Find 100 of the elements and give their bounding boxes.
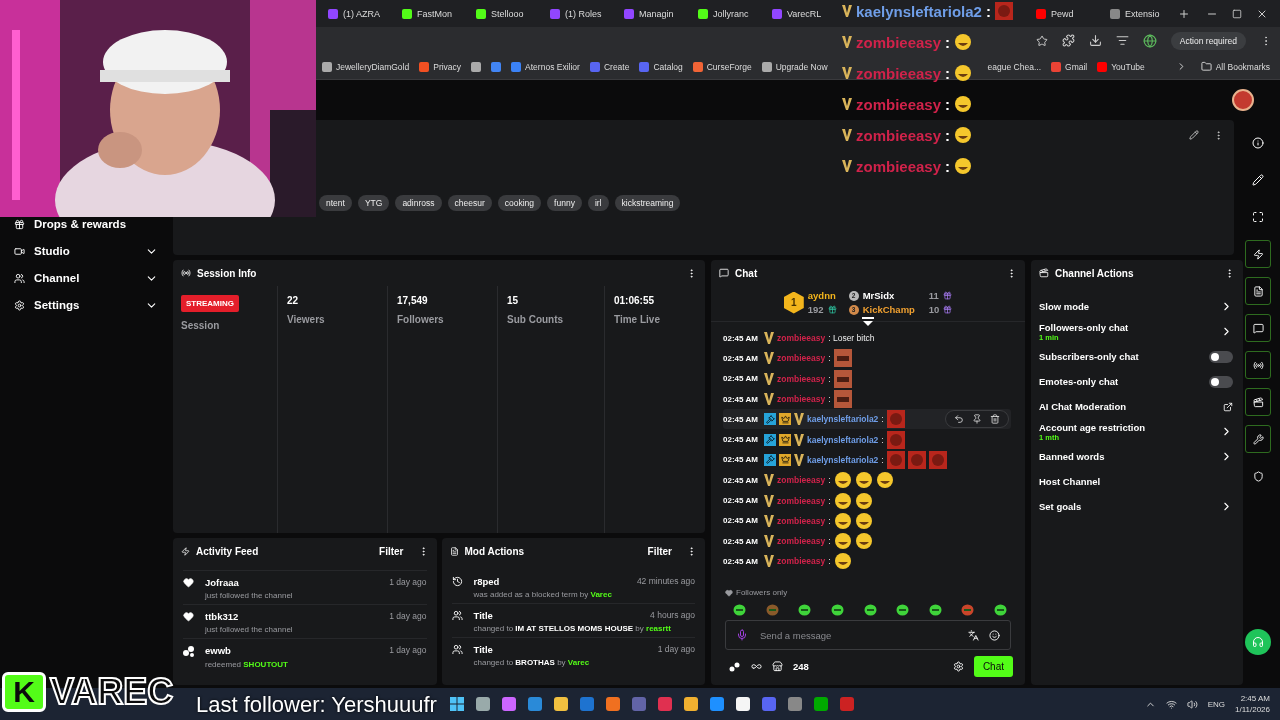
undo-button[interactable] [952, 414, 966, 425]
lightning-button[interactable] [1245, 240, 1271, 268]
avatar[interactable] [1232, 89, 1254, 111]
emote-icon[interactable] [928, 603, 942, 616]
broadcast-button[interactable] [1245, 351, 1271, 379]
bookmark[interactable]: CurseForge [692, 61, 752, 72]
emote-icon[interactable] [733, 603, 746, 616]
bookmark[interactable]: YouTube [1097, 61, 1145, 72]
sidebar-item[interactable]: Drops & rewards [14, 215, 158, 233]
channel-button[interactable] [1245, 388, 1271, 416]
pin-button[interactable] [970, 414, 984, 425]
emote-icon[interactable] [798, 603, 812, 616]
support-button[interactable] [1245, 629, 1271, 655]
tag[interactable]: irl [587, 195, 609, 211]
toggle-switch[interactable] [1209, 375, 1233, 388]
translate-icon[interactable] [968, 629, 979, 641]
tag[interactable]: kickstreaming [614, 195, 681, 211]
bookmark[interactable]: JewelleryDiamGold [322, 61, 410, 72]
chat-message[interactable]: 02:45 AM kaelynsleftariola2 : [723, 449, 1011, 471]
edit-icon[interactable] [1189, 130, 1199, 140]
message-field[interactable]: Send a message [758, 628, 958, 642]
tag[interactable]: funny [547, 195, 582, 211]
document-button[interactable] [1245, 277, 1271, 305]
filter-button[interactable]: Filter [647, 545, 672, 557]
bookmark[interactable]: eague Chea... [987, 61, 1041, 72]
filter-button[interactable]: Filter [379, 545, 404, 557]
language-indicator[interactable]: ENG [1207, 699, 1225, 709]
chat-username[interactable]: kaelynsleftariola2 [807, 454, 879, 465]
sidebar-item[interactable]: Channel [14, 269, 158, 287]
bookmark[interactable]: Catalog [639, 61, 683, 72]
browser-tab[interactable]: VarecRL [766, 0, 840, 27]
new-tab-icon[interactable] [1178, 7, 1190, 20]
chat-message[interactable]: 02:45 AM zombieeasy : [723, 551, 1011, 572]
toggle-switch[interactable] [1209, 350, 1233, 363]
windows-logo-icon[interactable] [450, 697, 464, 711]
channel-action-item[interactable]: Banned words [1039, 444, 1233, 469]
chat-message[interactable]: 02:45 AM zombieeasy : [723, 530, 1011, 552]
browser-tab[interactable]: FastMon [396, 0, 470, 27]
message-bar[interactable]: Send a message [725, 620, 1011, 650]
emoji-icon[interactable] [989, 629, 1000, 641]
channel-action-item[interactable]: AI Chat Moderation [1039, 394, 1233, 419]
chat-username[interactable]: kaelynsleftariola2 [807, 414, 879, 425]
tag[interactable]: adinross [395, 195, 442, 211]
bookmark[interactable] [471, 61, 482, 72]
emote-icon[interactable] [863, 603, 877, 616]
bookmark[interactable]: Create [589, 61, 630, 72]
delete-button[interactable] [988, 414, 1002, 425]
tag[interactable]: ntent [319, 195, 352, 211]
channel-action-item[interactable]: Slow mode [1039, 294, 1233, 319]
chat-message[interactable]: 02:45 AM zombieeasy : [723, 388, 1011, 410]
bookmark[interactable]: Gmail [1051, 61, 1088, 72]
browser-tab[interactable]: Jollyranc [692, 0, 766, 27]
emote-icon[interactable] [830, 603, 844, 616]
browser-tab[interactable]: Extensio [1104, 0, 1178, 27]
chat-button[interactable]: Chat [973, 656, 1013, 677]
chat-message[interactable]: 02:45 AM zombieeasy : [723, 490, 1011, 511]
volume-icon[interactable] [1186, 698, 1198, 710]
browser-tab[interactable]: Managin [618, 0, 692, 27]
chat-message[interactable]: 02:45 AM kaelynsleftariola2 : [723, 409, 1011, 430]
chat-message[interactable]: 02:45 AM zombieeasy : [723, 510, 1011, 531]
extensions-icon[interactable] [1061, 34, 1075, 47]
bookmark[interactable] [491, 61, 502, 72]
bookmark[interactable]: Privacy [419, 61, 462, 72]
channel-action-item[interactable]: Subscribers-only chat [1039, 344, 1233, 369]
bookmark[interactable]: Aternos Exilior [511, 61, 580, 72]
browser-tab[interactable]: (1) Roles [544, 0, 618, 27]
store-icon[interactable] [772, 661, 783, 672]
chat-username[interactable]: kaelynsleftariola2 [807, 434, 879, 445]
emote-icon[interactable] [896, 603, 910, 616]
channel-action-item[interactable]: Emotes-only chat [1039, 369, 1233, 394]
bookmark[interactable]: Upgrade Now [761, 61, 828, 72]
emote-icon[interactable] [994, 603, 1007, 616]
download-icon[interactable] [1088, 34, 1102, 47]
browser-tab[interactable]: Pewd [1030, 0, 1104, 27]
settings-icon[interactable] [952, 661, 964, 672]
tag[interactable]: cheesur [447, 195, 492, 211]
all-bookmarks[interactable]: All Bookmarks [1200, 61, 1270, 72]
tag[interactable]: cooking [497, 195, 542, 211]
chat-message[interactable]: 02:45 AM zombieeasy : Loser bitch [723, 328, 1011, 349]
wrench-button[interactable] [1245, 425, 1271, 453]
sidebar-item[interactable]: Studio [14, 242, 158, 260]
profile-icon[interactable] [1142, 33, 1157, 48]
maximize-icon[interactable] [1232, 8, 1242, 19]
star-icon[interactable] [1035, 34, 1048, 47]
browser-tab[interactable]: Stellooo [470, 0, 544, 27]
chat-message[interactable]: 02:45 AM zombieeasy : [723, 368, 1011, 389]
chat-toggle-button[interactable] [1245, 314, 1271, 342]
emote-icon[interactable] [961, 603, 975, 616]
action-required-button[interactable]: Action required [1170, 31, 1246, 50]
scroll-down-icon[interactable] [862, 317, 874, 326]
channel-action-item[interactable]: Host Channel [1039, 469, 1233, 494]
list-icon[interactable] [1115, 34, 1129, 47]
chat-message[interactable]: 02:45 AM zombieeasy : [723, 348, 1011, 369]
microphone-icon[interactable] [736, 629, 748, 641]
channel-action-item[interactable]: Set goals [1039, 494, 1233, 519]
sidebar-item[interactable]: Settings [14, 296, 158, 314]
chat-message[interactable]: 02:45 AM kaelynsleftariola2 : [723, 429, 1011, 450]
wifi-icon[interactable] [1165, 698, 1177, 710]
browser-tab[interactable]: (1) AZRA [322, 0, 396, 27]
tag[interactable]: YTG [357, 195, 390, 211]
